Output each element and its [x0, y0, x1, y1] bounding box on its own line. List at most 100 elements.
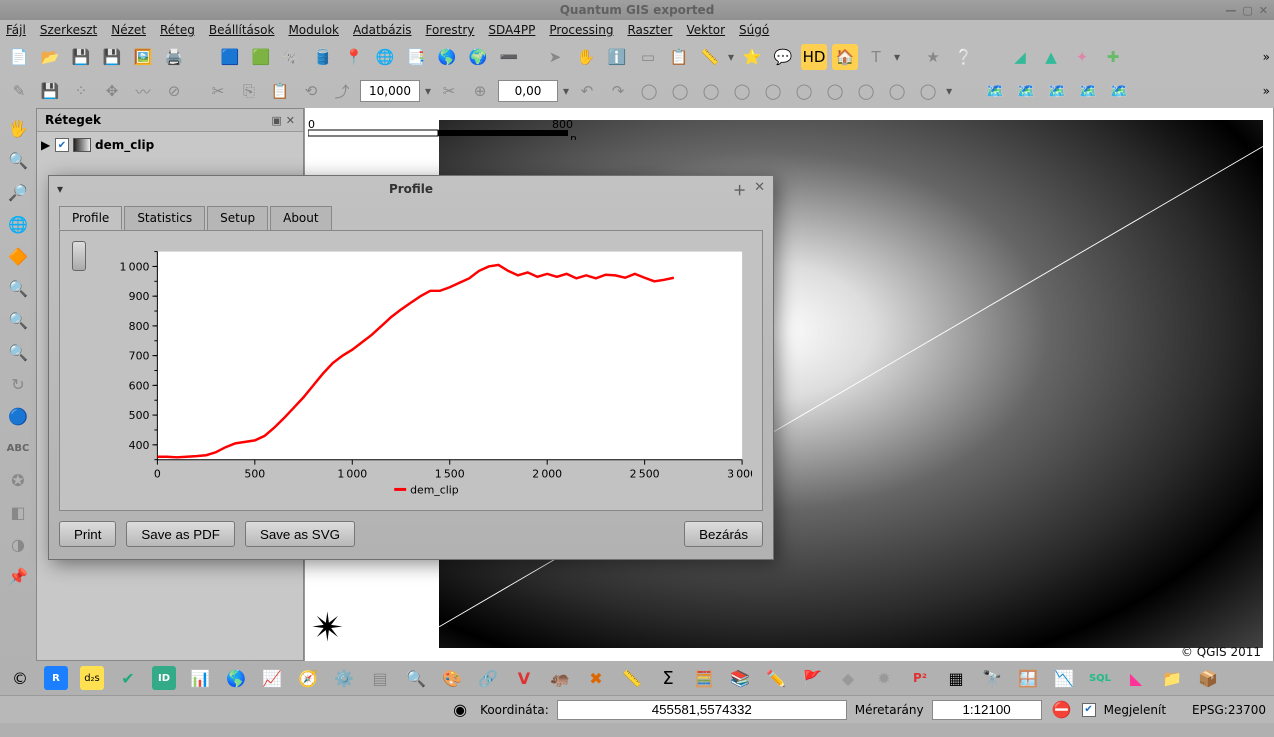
print-composer-icon[interactable]: 🖼️	[130, 44, 156, 70]
gps-icon[interactable]: 🧭	[296, 666, 320, 690]
dialog-minimize-icon[interactable]: ▾	[57, 182, 63, 196]
plugin-a-icon[interactable]: ◢	[1007, 44, 1033, 70]
menu-item[interactable]: Réteg	[160, 23, 195, 37]
pin-icon[interactable]: 📌	[6, 564, 30, 588]
help-icon[interactable]: ❔	[951, 44, 977, 70]
visibility-checkbox[interactable]: ✔	[55, 138, 69, 152]
attribute-icon[interactable]: 📋	[666, 44, 692, 70]
r-icon[interactable]: R	[44, 666, 68, 690]
dialog-max-icon[interactable]: ＋	[733, 180, 746, 199]
burst-icon[interactable]: ✹	[872, 666, 896, 690]
menu-item[interactable]: Modulok	[288, 23, 339, 37]
stack-icon[interactable]: 📚	[728, 666, 752, 690]
add-wfs2-icon[interactable]: 🌍	[465, 44, 491, 70]
copyright-icon[interactable]: ©	[8, 666, 32, 690]
globe2-icon[interactable]: 🌎	[224, 666, 248, 690]
stop-icon[interactable]: ⛔	[1050, 698, 1074, 722]
print-icon[interactable]: 🖨️	[161, 44, 187, 70]
menu-item[interactable]: Nézet	[111, 23, 146, 37]
render-checkbox[interactable]: ✔	[1082, 703, 1096, 717]
close-panel-icon[interactable]: ✕	[286, 114, 295, 127]
folder-icon[interactable]: 📁	[1160, 666, 1184, 690]
x-icon[interactable]: ✖	[584, 666, 608, 690]
annotation-icon[interactable]: 💬	[770, 44, 796, 70]
text-icon[interactable]: T	[863, 44, 889, 70]
print-button[interactable]: Print	[59, 521, 116, 547]
zoomout-icon[interactable]: 🔎	[6, 180, 30, 204]
menu-item[interactable]: SDA4PP	[488, 23, 535, 37]
grab-icon[interactable]: 🖐️	[6, 116, 30, 140]
style-icon[interactable]: ◧	[6, 500, 30, 524]
measure-icon[interactable]: 📏	[697, 44, 723, 70]
coord-input[interactable]	[557, 700, 847, 720]
zoomnext-icon[interactable]: 🔍	[6, 340, 30, 364]
select-icon[interactable]: ▭	[635, 44, 661, 70]
chart-slider[interactable]	[70, 239, 88, 502]
layer-icon[interactable]: ▤	[368, 666, 392, 690]
georef2-icon[interactable]: 🗺️	[1013, 78, 1039, 104]
format-icon[interactable]: ★	[920, 44, 946, 70]
menu-item[interactable]: Szerkeszt	[40, 23, 97, 37]
georef5-icon[interactable]: 🗺️	[1106, 78, 1132, 104]
add-gpx-icon[interactable]: 📍	[341, 44, 367, 70]
id-icon[interactable]: ID	[152, 666, 176, 690]
scale-input[interactable]	[932, 700, 1042, 720]
menu-item[interactable]: Forestry	[426, 23, 475, 37]
search-icon[interactable]: 🔍	[404, 666, 428, 690]
box-icon[interactable]: 📦	[1196, 666, 1220, 690]
add-csv-icon[interactable]: 📑	[403, 44, 429, 70]
v-icon[interactable]: V	[512, 666, 536, 690]
menu-item[interactable]: Raszter	[627, 23, 672, 37]
add-db-icon[interactable]: 🛢️	[310, 44, 336, 70]
menu-item[interactable]: Fájl	[6, 23, 26, 37]
pointer-icon[interactable]: ➤	[542, 44, 568, 70]
home-icon[interactable]: 🏠	[832, 44, 858, 70]
tab-statistics[interactable]: Statistics	[124, 206, 205, 230]
minimize-icon[interactable]: —	[1225, 4, 1236, 17]
menu-item[interactable]: Adatbázis	[353, 23, 412, 37]
identify-icon[interactable]: ℹ️	[604, 44, 630, 70]
close-button[interactable]: Bezárás	[684, 521, 763, 547]
binoculars-icon[interactable]: 🔭	[980, 666, 1004, 690]
grass-icon[interactable]: ✔	[116, 666, 140, 690]
offset-input[interactable]: 0,00	[498, 80, 558, 102]
remove-layer-icon[interactable]: ➖	[496, 44, 522, 70]
tolerance-input[interactable]: 10,000	[360, 80, 420, 102]
hippo-icon[interactable]: 🦛	[548, 666, 572, 690]
zoomsel-icon[interactable]: 🔶	[6, 244, 30, 268]
abc-icon[interactable]: ABC	[6, 436, 30, 460]
layer-item[interactable]: ▶ ✔ dem_clip	[41, 138, 299, 152]
sigma-icon[interactable]: Σ	[656, 666, 680, 690]
refresh-icon[interactable]: ↻	[6, 372, 30, 396]
save-pdf-button[interactable]: Save as PDF	[126, 521, 235, 547]
maximize-icon[interactable]: ▢	[1242, 4, 1252, 17]
clip-icon[interactable]: ◆	[836, 666, 860, 690]
zoomlayer-icon[interactable]: 🔍	[6, 276, 30, 300]
close-icon[interactable]: ✕	[1259, 4, 1268, 17]
ruler-icon[interactable]: 📏	[620, 666, 644, 690]
dialog-close-icon[interactable]: ✕	[754, 180, 765, 199]
p2-icon[interactable]: P²	[908, 666, 932, 690]
dock-icon[interactable]: ▣	[271, 114, 281, 127]
tab-profile[interactable]: Profile	[59, 206, 122, 230]
profile-icon[interactable]: 📈	[260, 666, 284, 690]
raster-stats-icon[interactable]: 📊	[188, 666, 212, 690]
add-wms-icon[interactable]: 🌐	[372, 44, 398, 70]
fld-icon[interactable]: ✪	[6, 468, 30, 492]
new-icon[interactable]: 📄	[6, 44, 32, 70]
mosaic-icon[interactable]: ▦	[944, 666, 968, 690]
save-icon[interactable]: 💾	[68, 44, 94, 70]
menu-item[interactable]: Súgó	[739, 23, 769, 37]
hand-icon[interactable]: ✋	[573, 44, 599, 70]
add-vector-icon[interactable]: 🟦	[217, 44, 243, 70]
tab-setup[interactable]: Setup	[207, 206, 268, 230]
redo-hd-icon[interactable]: HD	[801, 44, 827, 70]
chart-icon[interactable]: 📉	[1052, 666, 1076, 690]
zoomin-icon[interactable]: 🔍	[6, 148, 30, 172]
edit2-icon[interactable]: ✏️	[764, 666, 788, 690]
toggle-icon[interactable]: ◉	[448, 698, 472, 722]
saveas-icon[interactable]: 💾	[99, 44, 125, 70]
menu-item[interactable]: Beállítások	[209, 23, 275, 37]
d2s-icon[interactable]: d₂s	[80, 666, 104, 690]
georef4-icon[interactable]: 🗺️	[1075, 78, 1101, 104]
